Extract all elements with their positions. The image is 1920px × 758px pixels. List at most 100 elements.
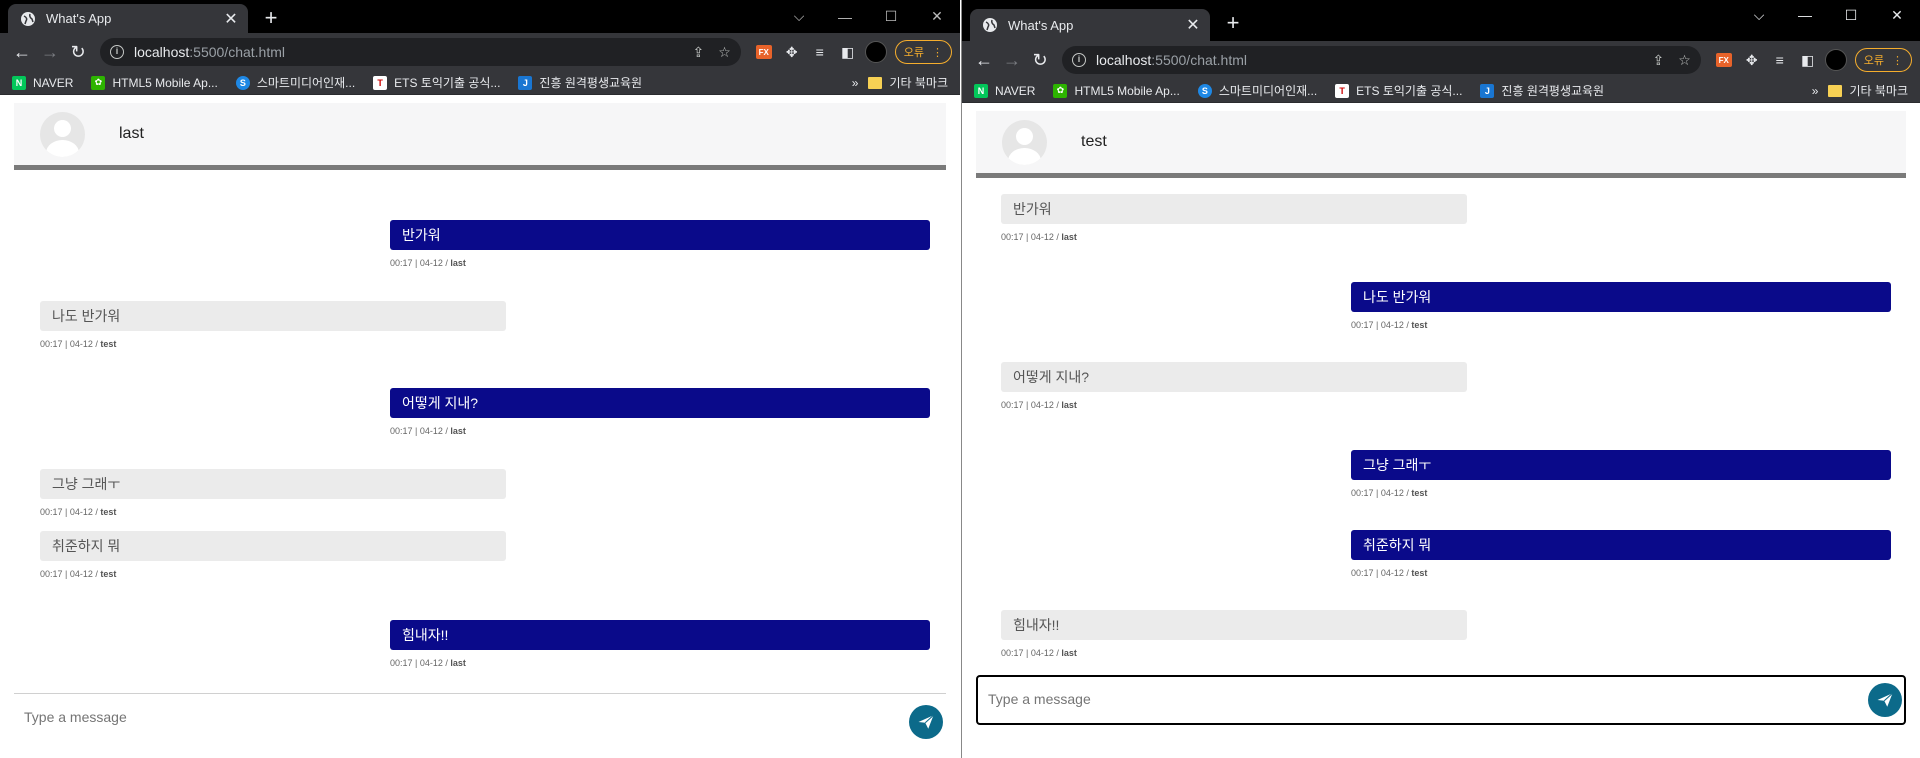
- star-icon[interactable]: ☆: [718, 44, 731, 61]
- star-icon[interactable]: ☆: [1678, 52, 1691, 69]
- close-tab-icon[interactable]: ✕: [1184, 15, 1202, 35]
- maximize-button[interactable]: ☐: [868, 8, 914, 25]
- browser-tab[interactable]: What's App ✕: [970, 9, 1210, 41]
- error-button[interactable]: 오류 ⋮: [1854, 48, 1912, 72]
- bookmark-smartmedia[interactable]: S 스마트미디어인재...: [235, 74, 355, 91]
- info-icon[interactable]: i: [1072, 53, 1086, 67]
- outgoing-message: 어떻게 지내?: [390, 388, 930, 418]
- menu-dots-icon: ⋮: [1892, 54, 1903, 67]
- bookmark-label: 진흥 원격평생교육원: [539, 76, 643, 90]
- more-bookmarks-icon[interactable]: »: [852, 76, 859, 90]
- bookmark-naver[interactable]: N NAVER: [12, 75, 73, 90]
- outgoing-message: 그냥 그래ㅜ: [1351, 450, 1891, 480]
- bookmark-jinheung[interactable]: J 진흥 원격평생교육원: [518, 74, 642, 91]
- message-timestamp: 00:17 | 04-12 /: [390, 426, 451, 436]
- bookmark-label: NAVER: [995, 83, 1036, 98]
- smartmedia-icon: S: [1197, 83, 1212, 98]
- bookmark-html5[interactable]: ✿ HTML5 Mobile Ap...: [91, 75, 218, 90]
- url-host: localhost: [134, 44, 190, 60]
- puzzle-icon[interactable]: ✥: [779, 39, 805, 65]
- close-window-button[interactable]: ✕: [1874, 7, 1920, 24]
- url-text: localhost:5500/chat.html: [134, 44, 678, 60]
- forward-button[interactable]: →: [998, 46, 1026, 74]
- naver-icon: N: [974, 83, 988, 98]
- outgoing-message: 나도 반가워: [1351, 282, 1891, 312]
- bookmark-jinheung[interactable]: J 진흥 원격평생교육원: [1480, 82, 1604, 99]
- chat-page: last 반가워 00:17 | 04-12 / last 나도 반가워 00:17 …: [0, 103, 960, 690]
- fx-extension-icon[interactable]: FX: [1711, 47, 1737, 73]
- message-input[interactable]: [988, 691, 1788, 707]
- reading-list-icon[interactable]: ≡: [1767, 47, 1793, 73]
- message-timestamp: 00:17 | 04-12 /: [1001, 648, 1062, 658]
- puzzle-icon[interactable]: ✥: [1739, 47, 1765, 73]
- bookmark-ets[interactable]: T ETS 토익기출 공식...: [373, 74, 500, 91]
- other-bookmarks-label: 기타 북마크: [1849, 84, 1908, 98]
- jinheung-icon: J: [1480, 83, 1495, 98]
- message-sender: last: [1061, 400, 1077, 410]
- browser-window-left: What's App ✕ + ⌵ — ☐ ✕ ← → ↻ i localhost…: [0, 0, 960, 758]
- incoming-message: 힘내자!!: [1001, 610, 1467, 640]
- bookmarks-bar: N NAVER ✿ HTML5 Mobile Ap... S 스마트미디어인재... …: [0, 71, 960, 95]
- leaf-icon: ✿: [1053, 83, 1068, 98]
- send-button[interactable]: [909, 705, 943, 739]
- fx-extension-icon[interactable]: FX: [751, 39, 777, 65]
- message-input[interactable]: [24, 709, 824, 725]
- new-tab-button[interactable]: +: [1222, 12, 1244, 34]
- profile-avatar[interactable]: [864, 41, 887, 63]
- message-timestamp: 00:17 | 04-12 /: [390, 258, 451, 268]
- side-panel-icon[interactable]: ◧: [1795, 47, 1821, 73]
- chevron-down-icon[interactable]: ⌵: [1736, 7, 1782, 24]
- browser-tab[interactable]: What's App ✕: [8, 4, 248, 33]
- close-tab-icon[interactable]: ✕: [222, 9, 240, 29]
- minimize-button[interactable]: —: [1782, 7, 1828, 23]
- address-bar[interactable]: i localhost:5500/chat.html ⇪ ☆: [100, 38, 741, 66]
- bookmark-smartmedia[interactable]: S 스마트미디어인재...: [1197, 82, 1318, 99]
- message-meta: 00:17 | 04-12 / test: [1351, 488, 1427, 498]
- back-button[interactable]: ←: [8, 38, 36, 66]
- bookmark-ets[interactable]: T ETS 토익기출 공식...: [1335, 82, 1462, 99]
- back-button[interactable]: ←: [970, 46, 998, 74]
- window-controls: ⌵ — ☐ ✕: [776, 0, 960, 33]
- incoming-message: 반가워: [1001, 194, 1467, 224]
- message-sender: test: [100, 569, 117, 579]
- tab-strip: What's App ✕ + ⌵ — ☐ ✕: [962, 0, 1920, 41]
- chat-page: test 반가워 00:17 | 04-12 / last 나도 반가워 00:17 …: [962, 111, 1920, 698]
- send-button[interactable]: [1868, 683, 1902, 717]
- other-bookmarks[interactable]: 기타 북마크: [868, 74, 948, 91]
- chevron-down-icon[interactable]: ⌵: [776, 8, 822, 25]
- contact-name: last: [119, 125, 144, 142]
- message-timestamp: 00:17 | 04-12 /: [40, 569, 101, 579]
- other-bookmarks[interactable]: 기타 북마크: [1828, 82, 1908, 99]
- reload-button[interactable]: ↻: [64, 38, 92, 66]
- reload-button[interactable]: ↻: [1026, 46, 1054, 74]
- bookmark-label: 스마트미디어인재...: [1218, 84, 1318, 98]
- bookmark-label: HTML5 Mobile Ap...: [112, 75, 218, 90]
- reading-list-icon[interactable]: ≡: [807, 39, 833, 65]
- more-bookmarks-icon[interactable]: »: [1812, 84, 1819, 98]
- message-sender: test: [100, 339, 117, 349]
- side-panel-icon[interactable]: ◧: [835, 39, 861, 65]
- bookmark-naver[interactable]: N NAVER: [974, 83, 1036, 98]
- error-button[interactable]: 오류 ⋮: [894, 40, 952, 64]
- profile-avatar[interactable]: [1824, 49, 1847, 71]
- minimize-button[interactable]: —: [822, 9, 868, 25]
- address-bar[interactable]: i localhost:5500/chat.html ⇪ ☆: [1062, 46, 1701, 74]
- share-icon[interactable]: ⇪: [1652, 52, 1664, 69]
- ets-icon: T: [1335, 83, 1350, 98]
- message-sender: test: [1411, 568, 1428, 578]
- close-window-button[interactable]: ✕: [914, 8, 960, 25]
- info-icon[interactable]: i: [110, 45, 124, 59]
- bookmark-html5[interactable]: ✿ HTML5 Mobile Ap...: [1053, 83, 1180, 98]
- maximize-button[interactable]: ☐: [1828, 7, 1874, 24]
- forward-button[interactable]: →: [36, 38, 64, 66]
- new-tab-button[interactable]: +: [260, 7, 282, 29]
- incoming-message: 나도 반가워: [40, 301, 506, 331]
- share-icon[interactable]: ⇪: [692, 44, 704, 61]
- message-sender: test: [1411, 488, 1428, 498]
- message-meta: 00:17 | 04-12 / last: [390, 658, 466, 668]
- tab-title: What's App: [1008, 17, 1074, 33]
- menu-dots-icon: ⋮: [932, 46, 943, 59]
- message-timestamp: 00:17 | 04-12 /: [1001, 400, 1062, 410]
- jinheung-icon: J: [518, 75, 533, 90]
- contact-avatar: [40, 111, 85, 157]
